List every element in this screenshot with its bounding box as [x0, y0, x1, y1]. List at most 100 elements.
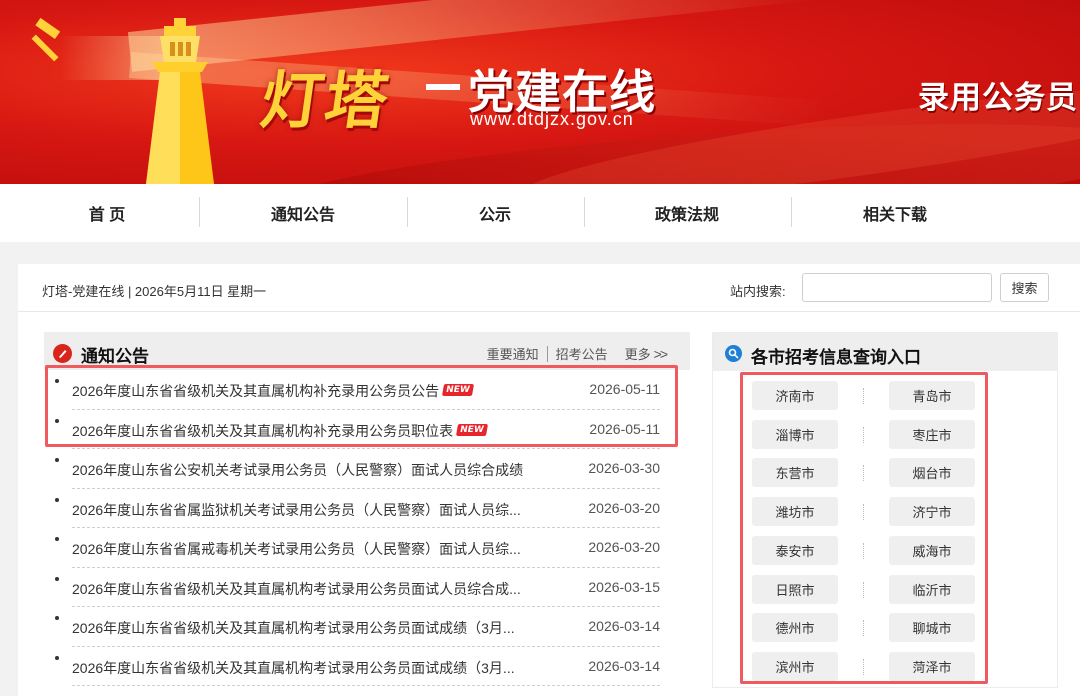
notice-title-text: 2026年度山东省省级机关及其直属机构考试录用公务员面试成绩（3月... [72, 659, 515, 676]
notice-row[interactable]: 2026年度山东省省属戒毒机关考试录用公务员（人民警察）面试人员综... 2026… [55, 528, 660, 568]
notice-row-title[interactable]: 2026年度山东省公安机关考试录用公务员（人民警察）面试人员综合成绩 [72, 460, 523, 480]
double-chevron-right-icon: >> [653, 346, 668, 362]
city-divider [863, 504, 865, 521]
city-portal-section: 各市招考信息查询入口 济南市 青岛市淄博市 枣庄市东营市 烟台市潍坊市 济宁市泰安市 威海… [712, 332, 1058, 688]
nav-item-notices[interactable]: 通知公告 [228, 184, 378, 242]
city-button[interactable]: 烟台市 [889, 458, 975, 488]
city-button[interactable]: 威海市 [889, 535, 975, 565]
notice-section: 通知公告 重要通知 招考公告 更多 >> 2026年度山东省省级机关及其直属机构补… [44, 332, 690, 696]
city-button[interactable]: 青岛市 [889, 381, 975, 410]
bullet-dot [55, 576, 59, 581]
city-button[interactable]: 枣庄市 [889, 419, 975, 449]
logo-dash [426, 84, 460, 90]
city-divider [863, 620, 865, 637]
city-divider [863, 388, 865, 404]
city-button[interactable]: 德州市 [752, 613, 838, 643]
nav-item-policy[interactable]: 政策法规 [612, 184, 762, 242]
notice-row-date: 2026-05-11 [589, 381, 660, 397]
notice-title-text: 2026年度山东省省属戒毒机关考试录用公务员（人民警察）面试人员综... [72, 541, 521, 557]
nav-divider [791, 197, 792, 227]
notice-row-date: 2026-03-15 [588, 578, 660, 595]
bullet-dot [55, 418, 59, 423]
notice-row-title[interactable]: 2026年度山东省省级机关及其直属机构考试录用公务员面试人员综合成... [72, 579, 521, 599]
city-divider [863, 465, 865, 482]
city-button[interactable]: 济宁市 [889, 497, 975, 527]
link-important-notices[interactable]: 重要通知 [487, 344, 539, 363]
bullet-dot [55, 537, 59, 541]
city-button[interactable]: 淄博市 [752, 419, 838, 449]
city-portal-title: 各市招考信息查询入口 [751, 348, 921, 367]
notice-row[interactable]: 2026年度山东省公安机关考试录用公务员（人民警察）面试人员综合成绩 2026-0… [55, 449, 660, 489]
city-button[interactable]: 济南市 [752, 381, 838, 410]
link-recruit-notices[interactable]: 招考公告 [556, 344, 608, 363]
notice-title-text: 2026年度山东省省属监狱机关考试录用公务员（人民警察）面试人员综... [72, 501, 521, 518]
nav-item-home[interactable]: 首 页 [32, 184, 182, 242]
bullet-dot [55, 379, 59, 383]
city-button[interactable]: 菏泽市 [889, 651, 975, 681]
notice-row[interactable]: 2026年度山东省省级机关及其直属机构考试录用公务员面试人员综合成... 2026… [55, 568, 660, 607]
city-button[interactable]: 日照市 [752, 574, 838, 604]
notice-row-title[interactable]: 2026年度山东省省级机关及其直属机构补充录用公务员公告 NEW [72, 381, 474, 401]
search-input[interactable] [802, 273, 992, 302]
search-label: 站内搜索: [730, 284, 786, 299]
notice-row[interactable]: 2026年度山东省省级机关及其直属机构考试录用公务员面试成绩（3月... 2026… [55, 647, 660, 686]
city-button[interactable]: 聊城市 [889, 613, 975, 643]
notice-row-title[interactable]: 2026年度山东省省级机关及其直属机构考试录用公务员面试成绩（3月... [72, 618, 515, 638]
site-date-line: 灯塔-党建在线 | 2026年5月11日 星期一 [42, 284, 267, 299]
logo-url: www.dtdjzx.gov.cn [470, 109, 634, 129]
notice-row[interactable]: 2026年度山东省省级机关及其直属机构补充录用公务员职位表 NEW 2026-05-… [55, 410, 660, 449]
nav-item-downloads[interactable]: 相关下载 [820, 184, 970, 242]
city-button[interactable]: 泰安市 [752, 535, 838, 565]
notice-row-date: 2026-03-14 [588, 657, 660, 674]
bullet-dot [55, 458, 59, 462]
notice-title-text: 2026年度山东省公安机关考试录用公务员（人民警察）面试人员综合成绩 [72, 462, 524, 478]
content-panel: 灯塔-党建在线 | 2026年5月11日 星期一 站内搜索: 搜索 通知公告 重… [18, 264, 1080, 696]
notice-header: 通知公告 重要通知 招考公告 更多 >> [44, 332, 690, 370]
city-divider [863, 426, 865, 443]
notice-title-text: 2026年度山东省省级机关及其直属机构考试录用公务员面试人员综合成... [72, 580, 521, 597]
notice-row[interactable]: 2026年度山东省省级机关及其直属机构补充录用公务员公告 NEW 2026-05-1… [55, 370, 660, 410]
more-label: 更多 [624, 347, 651, 362]
notice-links: 重要通知 招考公告 更多 >> [487, 344, 668, 363]
notice-row-title[interactable]: 2026年度山东省省属监狱机关考试录用公务员（人民警察）面试人员综... [72, 500, 521, 520]
city-button[interactable]: 潍坊市 [752, 497, 838, 527]
nav-divider [199, 197, 200, 227]
info-bar: 灯塔-党建在线 | 2026年5月11日 星期一 站内搜索: 搜索 [18, 264, 1080, 312]
notice-title-text: 2026年度山东省省级机关及其直属机构补充录用公务员职位表 [72, 422, 454, 439]
city-divider [863, 581, 865, 598]
notice-icon [53, 344, 72, 363]
city-button[interactable]: 滨州市 [752, 651, 838, 681]
city-button[interactable]: 临沂市 [889, 574, 975, 604]
search-icon [725, 345, 742, 362]
notice-row-title[interactable]: 2026年度山东省省级机关及其直属机构补充录用公务员职位表 NEW [72, 421, 488, 441]
lighthouse-icon [146, 18, 214, 184]
notice-row-title[interactable]: 2026年度山东省省属戒毒机关考试录用公务员（人民警察）面试人员综... [72, 539, 521, 559]
city-divider [863, 542, 865, 559]
main-nav: 首 页 通知公告 公示 政策法规 相关下载 [0, 184, 1080, 242]
notice-title: 通知公告 [81, 347, 149, 366]
search-button[interactable]: 搜索 [1000, 273, 1049, 302]
notice-row-date: 2026-03-20 [588, 539, 660, 555]
notice-row-date: 2026-05-11 [589, 420, 660, 437]
link-divider [546, 345, 548, 362]
more-link[interactable]: 更多 >> [624, 344, 668, 363]
city-button[interactable]: 东营市 [752, 458, 838, 488]
new-badge: NEW [442, 384, 474, 396]
notice-title-text: 2026年度山东省省级机关及其直属机构考试录用公务员面试成绩（3月... [72, 620, 515, 636]
notice-title-text: 2026年度山东省省级机关及其直属机构补充录用公务员公告 [72, 383, 440, 399]
nav-item-publicity[interactable]: 公示 [420, 184, 570, 242]
notice-row-title[interactable]: 2026年度山东省省级机关及其直属机构考试录用公务员面试成绩（3月... [72, 658, 515, 678]
notice-row[interactable]: 2026年度山东省省级机关及其直属机构考试录用公务员面试成绩（3月... 2026… [55, 607, 660, 647]
city-divider [863, 658, 865, 675]
new-badge: NEW [456, 423, 488, 436]
notice-list: 2026年度山东省省级机关及其直属机构补充录用公务员公告 NEW 2026-05-1… [44, 370, 690, 686]
banner-right-title: 录用公务员 [918, 80, 1078, 116]
nav-divider [407, 197, 408, 227]
hammer-sickle-icon [24, 17, 68, 62]
logo-title: 灯塔 [256, 64, 395, 137]
nav-divider [584, 197, 585, 227]
notice-row-date: 2026-03-20 [588, 499, 660, 516]
notice-row-date: 2026-03-14 [588, 618, 660, 634]
notice-row[interactable]: 2026年度山东省省属监狱机关考试录用公务员（人民警察）面试人员综... 2026… [55, 489, 660, 528]
bullet-dot [55, 655, 59, 660]
